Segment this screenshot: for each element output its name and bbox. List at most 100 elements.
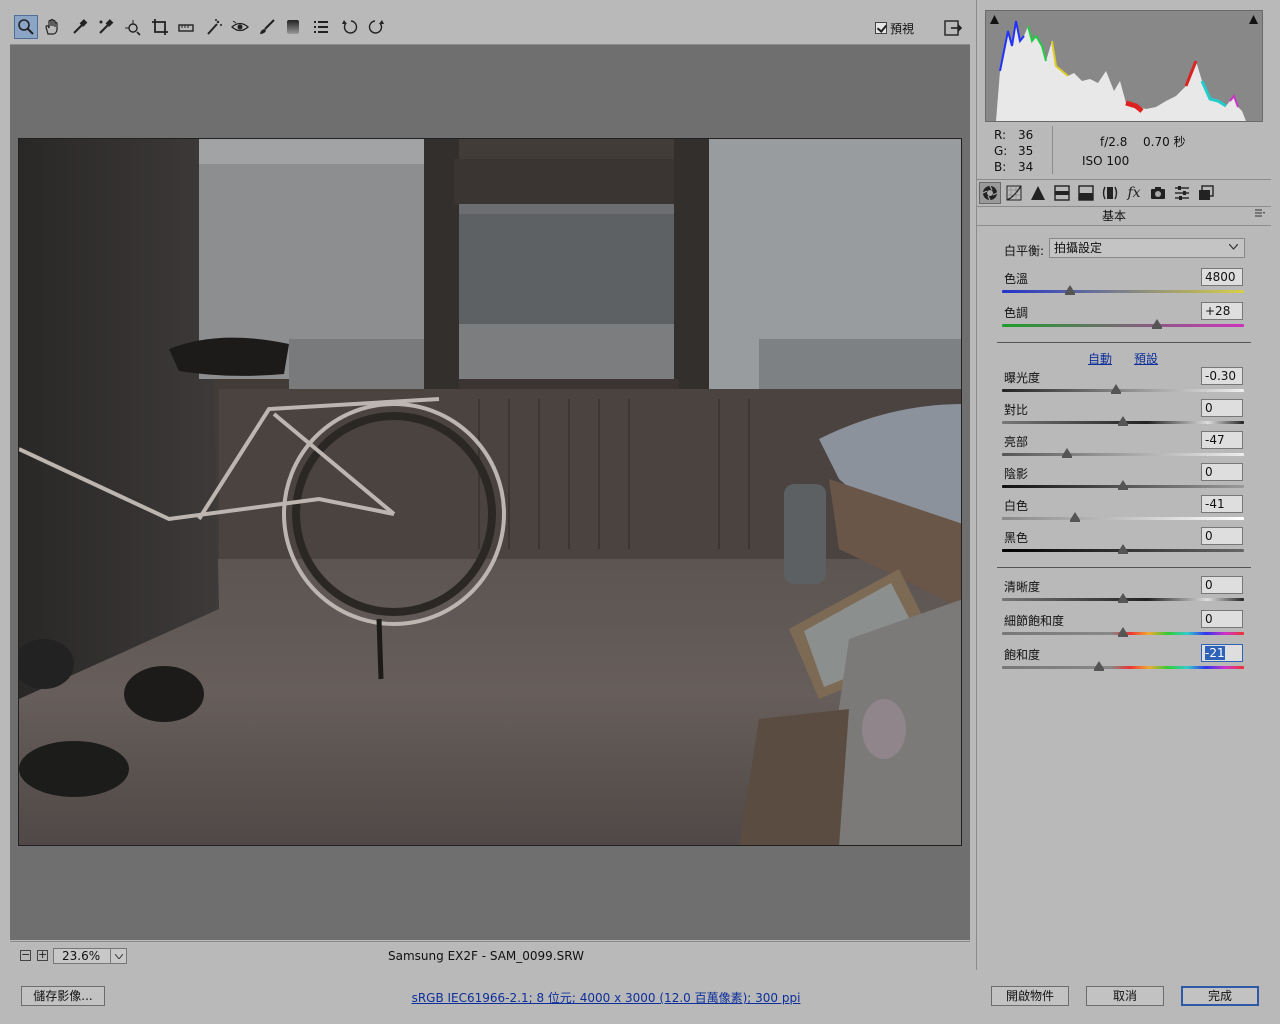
panel-menu-icon[interactable] (1255, 209, 1265, 217)
highlights-label: 亮部 (1004, 435, 1029, 449)
status-bar: − + 23.6% Samsung EX2F - SAM_0099.SRW (10, 941, 970, 970)
shadows-slider-thumb[interactable] (1118, 480, 1128, 490)
zoom-tool-icon[interactable] (14, 15, 38, 39)
blacks-slider-thumb[interactable] (1118, 544, 1128, 554)
auto-link[interactable]: 自動 (1088, 350, 1112, 367)
saturation-slider-thumb[interactable] (1093, 661, 1104, 671)
red-eye-removal-tool-icon[interactable] (228, 15, 252, 39)
vibrance-input[interactable]: 0 (1201, 610, 1243, 628)
targeted-adjustment-tool-icon[interactable] (120, 15, 144, 39)
exposure-value: -0.30 (1205, 369, 1237, 383)
tint-value: +28 (1205, 304, 1231, 318)
highlights-track[interactable] (1002, 453, 1244, 456)
highlights-value: -47 (1205, 433, 1225, 447)
camera-calibration-tab-icon[interactable] (1147, 182, 1169, 204)
adjustment-brush-icon[interactable] (255, 15, 279, 39)
r-label: R: (994, 128, 1007, 142)
fullscreen-icon[interactable] (942, 17, 964, 39)
tint-slider-thumb[interactable] (1151, 319, 1162, 329)
highlights-slider-thumb[interactable] (1062, 448, 1073, 458)
exposure-track[interactable] (1002, 389, 1244, 392)
vibrance-label: 細節飽和度 (1004, 614, 1065, 628)
preview-label: 預視 (889, 21, 914, 36)
hand-tool-icon[interactable] (40, 15, 64, 39)
rotate-right-icon[interactable] (364, 15, 388, 39)
hsl-tab-icon[interactable] (1051, 182, 1073, 204)
contrast-input[interactable]: 0 (1201, 399, 1243, 417)
default-link[interactable]: 預設 (1134, 350, 1158, 367)
tint-input[interactable]: +28 (1201, 302, 1243, 320)
whites-track[interactable] (1002, 517, 1244, 520)
whites-slider-thumb[interactable] (1069, 512, 1080, 522)
exposure-label: 曝光度 (1004, 371, 1041, 385)
readout-divider (1052, 126, 1053, 174)
highlights-input[interactable]: -47 (1201, 431, 1243, 449)
clarity-value: 0 (1205, 578, 1213, 592)
open-object-button[interactable]: 開啟物件 (991, 986, 1069, 1006)
chevron-down-icon (1229, 244, 1238, 250)
exposure-input[interactable]: -0.30 (1201, 367, 1243, 385)
graduated-filter-icon[interactable] (281, 15, 305, 39)
saturation-input[interactable]: -21 (1201, 644, 1243, 662)
shutter-speed: 0.70 秒 (1143, 135, 1186, 149)
image-filename: Samsung EX2F - SAM_0099.SRW (388, 949, 584, 963)
clarity-slider-thumb[interactable] (1118, 593, 1128, 603)
straighten-tool-icon[interactable] (174, 15, 198, 39)
toolbar: 預視 (10, 10, 970, 45)
section-divider (997, 342, 1251, 343)
exposure-slider-thumb[interactable] (1110, 384, 1121, 394)
saturation-track[interactable] (1002, 666, 1244, 669)
vibrance-value: 0 (1205, 612, 1213, 626)
shadow-clipping-warning-icon[interactable] (989, 14, 1000, 25)
presets-tab-icon[interactable] (1171, 182, 1193, 204)
blacks-input[interactable]: 0 (1201, 527, 1243, 545)
white-balance-value: 拍攝設定 (1054, 241, 1103, 255)
bottom-bar: 儲存影像... sRGB IEC61966-2.1; 8 位元; 4000 x … (0, 970, 1280, 1024)
preview-checkbox[interactable] (874, 22, 887, 34)
vibrance-slider-thumb[interactable] (1118, 627, 1128, 637)
whites-input[interactable]: -41 (1201, 495, 1243, 513)
contrast-value: 0 (1205, 401, 1213, 415)
snapshots-tab-icon[interactable] (1195, 182, 1217, 204)
open-preferences-icon[interactable] (309, 15, 333, 39)
tint-label: 色調 (1004, 306, 1029, 320)
cancel-button[interactable]: 取消 (1086, 986, 1164, 1006)
rotate-left-icon[interactable] (338, 15, 362, 39)
blacks-value: 0 (1205, 529, 1213, 543)
histogram (985, 10, 1263, 122)
temperature-track[interactable] (1002, 290, 1244, 293)
spot-removal-tool-icon[interactable] (202, 15, 226, 39)
tint-track[interactable] (1002, 324, 1244, 327)
whites-value: -41 (1205, 497, 1225, 511)
histogram-graph (996, 20, 1246, 121)
section-divider (997, 567, 1251, 568)
shadows-input[interactable]: 0 (1201, 463, 1243, 481)
white-balance-select[interactable]: 拍攝設定 (1049, 238, 1245, 258)
panel-title: 基本 (1101, 209, 1126, 223)
temperature-slider-thumb[interactable] (1064, 285, 1075, 295)
contrast-slider-thumb[interactable] (1118, 416, 1128, 426)
split-toning-tab-icon[interactable] (1075, 182, 1097, 204)
color-sampler-tool-icon[interactable] (94, 15, 118, 39)
preview-area[interactable] (10, 45, 970, 940)
lens-corrections-tab-icon[interactable] (1099, 182, 1121, 204)
iso: ISO 100 (1082, 154, 1130, 168)
effects-tab-icon[interactable]: fx (1123, 182, 1145, 204)
done-button[interactable]: 完成 (1181, 986, 1259, 1006)
tone-curve-tab-icon[interactable] (1003, 182, 1025, 204)
clarity-label: 清晰度 (1004, 580, 1041, 594)
temperature-label: 色溫 (1004, 272, 1029, 286)
b-value: 34 (1018, 160, 1034, 174)
basic-tab-icon[interactable] (979, 182, 1001, 204)
detail-tab-icon[interactable] (1027, 182, 1049, 204)
white-balance-tool-icon[interactable] (68, 15, 92, 39)
g-label: G: (994, 144, 1008, 158)
crop-tool-icon[interactable] (148, 15, 172, 39)
preview-toggle[interactable]: 預視 (874, 19, 914, 37)
highlight-clipping-warning-icon[interactable] (1248, 14, 1259, 25)
clarity-input[interactable]: 0 (1201, 576, 1243, 594)
image-preview[interactable] (18, 138, 962, 846)
photo-image (19, 139, 961, 845)
saturation-value: -21 (1205, 646, 1225, 660)
temperature-input[interactable]: 4800 (1201, 268, 1243, 286)
